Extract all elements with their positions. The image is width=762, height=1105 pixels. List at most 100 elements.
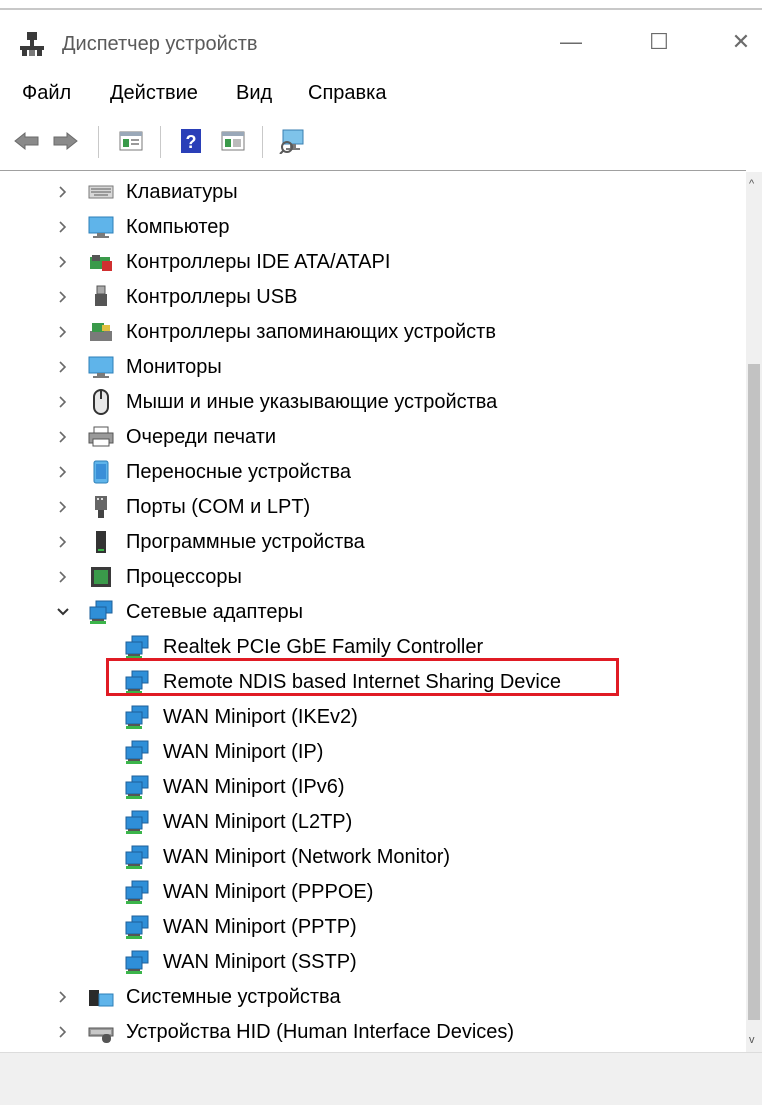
scan-hardware-icon[interactable] — [278, 126, 308, 156]
tree-category[interactable]: Устройства HID (Human Interface Devices) — [0, 1015, 746, 1050]
ide-controller-icon — [90, 255, 112, 271]
tree-category[interactable]: Системные устройства — [0, 980, 746, 1015]
scroll-up-icon[interactable]: ^ — [749, 178, 754, 190]
chevron-right-icon[interactable] — [56, 392, 70, 412]
chevron-right-icon[interactable] — [56, 287, 70, 307]
chevron-right-icon[interactable] — [56, 987, 70, 1007]
chevron-right-icon[interactable] — [56, 357, 70, 377]
tree-category[interactable]: Переносные устройства — [0, 455, 746, 490]
portable-device-icon — [93, 460, 109, 484]
close-button[interactable]: ✕ — [718, 22, 762, 62]
menu-help[interactable]: Справка — [308, 82, 386, 105]
tree-category[interactable]: Контроллеры IDE ATA/ATAPI — [0, 245, 746, 280]
chevron-right-icon[interactable] — [56, 1022, 70, 1042]
tree-category[interactable]: Контроллеры USB — [0, 280, 746, 315]
tree-item-label: WAN Miniport (PPTP) — [163, 916, 357, 938]
network-icon — [125, 810, 149, 834]
tree-category[interactable]: Программные устройства — [0, 525, 746, 560]
tree-item-label: WAN Miniport (L2TP) — [163, 811, 353, 833]
chevron-right-icon[interactable] — [56, 217, 70, 237]
status-bar — [0, 1052, 762, 1105]
toolbar-separator — [160, 126, 161, 158]
processor-icon — [91, 567, 111, 587]
tree-item[interactable]: WAN Miniport (L2TP) — [0, 805, 746, 840]
tree-item-label: Мониторы — [126, 356, 222, 378]
tree-category[interactable]: Мыши и иные указывающие устройства — [0, 385, 746, 420]
device-manager-icon — [20, 32, 44, 56]
toolbar-separator — [98, 126, 99, 158]
tree-category[interactable]: Очереди печати — [0, 420, 746, 455]
tree-item[interactable]: WAN Miniport (IKEv2) — [0, 700, 746, 735]
update-driver-icon[interactable] — [218, 126, 248, 156]
vertical-scrollbar[interactable]: ^ v — [746, 172, 762, 1052]
tree-item[interactable]: WAN Miniport (IP) — [0, 735, 746, 770]
chevron-right-icon[interactable] — [56, 182, 70, 202]
tree-item[interactable]: WAN Miniport (PPPOE) — [0, 875, 746, 910]
properties-icon[interactable] — [116, 126, 146, 156]
maximize-button[interactable]: ☐ — [636, 22, 682, 62]
chevron-right-icon[interactable] — [56, 252, 70, 272]
tree-category[interactable]: Компьютер — [0, 210, 746, 245]
window-title: Диспетчер устройств — [62, 33, 258, 55]
tree-category[interactable]: Контроллеры запоминающих устройств — [0, 315, 746, 350]
tree-item-label: Сетевые адаптеры — [126, 601, 303, 623]
tree-item-label: WAN Miniport (IPv6) — [163, 776, 345, 798]
scroll-down-icon[interactable]: v — [749, 1034, 755, 1046]
tree-item[interactable]: WAN Miniport (Network Monitor) — [0, 840, 746, 875]
chevron-right-icon[interactable] — [56, 322, 70, 342]
menu-action[interactable]: Действие — [110, 82, 198, 105]
tree-item-label: Realtek PCIe GbE Family Controller — [163, 636, 484, 658]
tree-item-label: WAN Miniport (SSTP) — [163, 951, 357, 973]
tree-category[interactable]: Порты (COM и LPT) — [0, 490, 746, 525]
menu-bar: Файл Действие Вид Справка — [0, 72, 762, 116]
tree-category-network-adapters[interactable]: Сетевые адаптеры — [0, 595, 746, 630]
forward-arrow-icon[interactable] — [50, 126, 80, 156]
scrollbar-thumb[interactable] — [748, 364, 760, 1020]
tree-item-label: WAN Miniport (Network Monitor) — [163, 846, 451, 868]
chevron-right-icon[interactable] — [56, 532, 70, 552]
tree-item-label: Процессоры — [126, 566, 242, 588]
chevron-down-icon[interactable] — [56, 602, 70, 622]
chevron-right-icon[interactable] — [56, 462, 70, 482]
monitor-icon — [88, 356, 114, 378]
chevron-right-icon[interactable] — [56, 427, 70, 447]
network-icon — [125, 845, 149, 869]
network-icon — [125, 775, 149, 799]
tree-item-label: Порты (COM и LPT) — [126, 496, 311, 518]
minimize-button[interactable]: — — [548, 22, 594, 62]
keyboard-icon — [88, 185, 114, 199]
toolbar-divider — [0, 170, 746, 171]
chevron-right-icon[interactable] — [56, 567, 70, 587]
back-arrow-icon[interactable] — [12, 126, 42, 156]
chevron-right-icon[interactable] — [56, 497, 70, 517]
svg-text:?: ? — [186, 132, 197, 152]
tree-item-label: Клавиатуры — [126, 181, 238, 203]
network-icon — [125, 950, 149, 974]
help-icon[interactable]: ? — [176, 126, 206, 156]
mouse-icon — [93, 389, 109, 415]
tree-item[interactable]: WAN Miniport (IPv6) — [0, 770, 746, 805]
menu-view[interactable]: Вид — [236, 82, 272, 105]
tree-item-label: Мыши и иные указывающие устройства — [126, 391, 498, 413]
hid-icon — [88, 1027, 114, 1043]
tree-item-label: WAN Miniport (IP) — [163, 741, 324, 763]
tree-category[interactable]: Мониторы — [0, 350, 746, 385]
tree-item-label: Контроллеры IDE ATA/ATAPI — [126, 251, 391, 273]
software-device-icon — [96, 531, 106, 553]
tree-category[interactable]: Процессоры — [0, 560, 746, 595]
tree-item-label: Очереди печати — [126, 426, 277, 448]
tree-item-label: Программные устройства — [126, 531, 365, 553]
network-icon — [125, 635, 149, 659]
tree-item-label: Компьютер — [126, 216, 230, 238]
tree-item[interactable]: WAN Miniport (PPTP) — [0, 910, 746, 945]
computer-icon — [88, 216, 114, 238]
tree-item-label: WAN Miniport (IKEv2) — [163, 706, 358, 728]
tree-item-label: Системные устройства — [126, 986, 341, 1008]
usb-icon — [95, 285, 107, 306]
tree-category[interactable]: Клавиатуры — [0, 175, 746, 210]
menu-file[interactable]: Файл — [22, 82, 71, 105]
network-icon — [89, 600, 113, 624]
storage-controller-icon — [90, 323, 112, 341]
tree-item-label: Устройства HID (Human Interface Devices) — [126, 1021, 515, 1043]
tree-item[interactable]: WAN Miniport (SSTP) — [0, 945, 746, 980]
